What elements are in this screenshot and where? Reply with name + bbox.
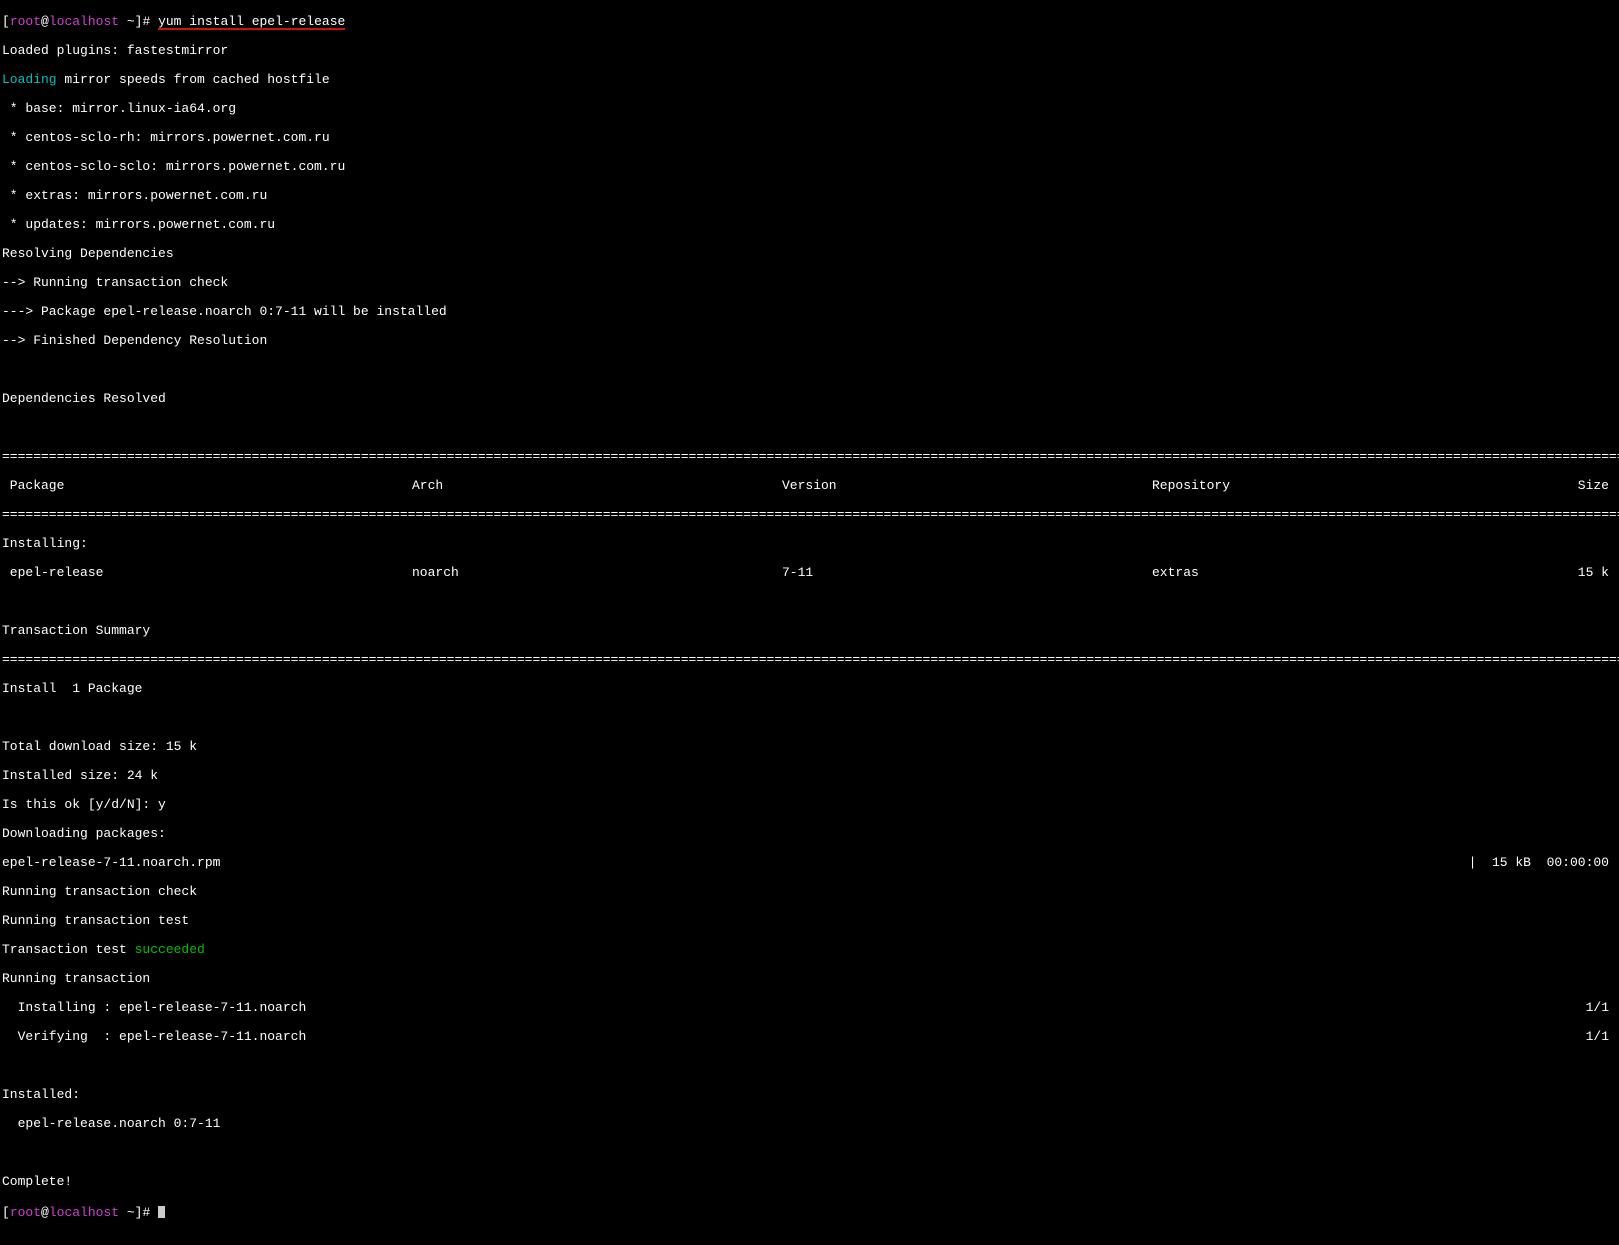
line-pkg-install: ---> Package epel-release.noarch 0:7-11 … — [2, 305, 1617, 320]
verifying-count: 1/1 — [1586, 1030, 1617, 1045]
command-text: yum install epel-release — [158, 15, 345, 30]
line-mirror-sclo-rh: * centos-sclo-rh: mirrors.powernet.com.r… — [2, 131, 1617, 146]
blank-4 — [2, 711, 1617, 726]
line-mirror-base: * base: mirror.linux-ia64.org — [2, 102, 1617, 117]
prompt-at: @ — [41, 14, 49, 29]
post-run-test: Running transaction test — [2, 914, 1617, 929]
blank-5 — [2, 1059, 1617, 1074]
prompt-host: localhost — [49, 14, 119, 29]
prompt2-bracket-close: ]# — [135, 1205, 158, 1220]
prompt-path: ~ — [119, 14, 135, 29]
installing-label: Installing: — [2, 537, 1617, 552]
test-result-word: succeeded — [135, 942, 205, 957]
td-arch: noarch — [412, 566, 782, 581]
download-progress: | 15 kB 00:00:00 — [1469, 856, 1617, 871]
summary-dl-size: Total download size: 15 k — [2, 740, 1617, 755]
table-header: Package Arch Version Repository Size — [2, 479, 1617, 494]
prompt2-user: root — [10, 1205, 41, 1220]
prompt2-bracket-open: [ — [2, 1205, 10, 1220]
separator-2: ========================================… — [2, 508, 1617, 523]
line-trans-check: --> Running transaction check — [2, 276, 1617, 291]
post-test-result: Transaction test succeeded — [2, 943, 1617, 958]
verifying-row: Verifying : epel-release-7-11.noarch 1/1 — [2, 1030, 1617, 1045]
terminal-output[interactable]: [root@localhost ~]# yum install epel-rel… — [0, 0, 1619, 1245]
line-mirror-extras: * extras: mirrors.powernet.com.ru — [2, 189, 1617, 204]
prompt-line-2[interactable]: [root@localhost ~]# — [2, 1204, 1617, 1221]
line-loaded-plugins: Loaded plugins: fastestmirror — [2, 44, 1617, 59]
installing-pkg: Installing : epel-release-7-11.noarch — [2, 1001, 306, 1016]
post-run-check: Running transaction check — [2, 885, 1617, 900]
installed-header: Installed: — [2, 1088, 1617, 1103]
blank-6 — [2, 1146, 1617, 1161]
loading-rest: mirror speeds from cached hostfile — [57, 72, 330, 87]
blank-1 — [2, 363, 1617, 378]
td-version: 7-11 — [782, 566, 1152, 581]
th-arch: Arch — [412, 479, 782, 494]
prompt-bracket-close: ]# — [135, 14, 158, 29]
prompt2-host: localhost — [49, 1205, 119, 1220]
line-mirror-updates: * updates: mirrors.powernet.com.ru — [2, 218, 1617, 233]
prompt2-at: @ — [41, 1205, 49, 1220]
complete: Complete! — [2, 1175, 1617, 1190]
installed-pkg: epel-release.noarch 0:7-11 — [2, 1117, 1617, 1132]
download-row: epel-release-7-11.noarch.rpm | 15 kB 00:… — [2, 856, 1617, 871]
prompt-bracket-open: [ — [2, 14, 10, 29]
table-row: epel-release noarch 7-11 extras 15 k — [2, 566, 1617, 581]
blank-2 — [2, 421, 1617, 436]
th-size: Size — [1522, 479, 1617, 494]
prompt2-path: ~ — [119, 1205, 135, 1220]
line-dep-resolved: Dependencies Resolved — [2, 392, 1617, 407]
installing-count: 1/1 — [1586, 1001, 1617, 1016]
cursor — [158, 1206, 165, 1218]
separator-3: ========================================… — [2, 653, 1617, 668]
blank-3 — [2, 595, 1617, 610]
prompt-user: root — [10, 14, 41, 29]
separator-1: ========================================… — [2, 450, 1617, 465]
th-package: Package — [2, 479, 412, 494]
line-loading: Loading mirror speeds from cached hostfi… — [2, 73, 1617, 88]
summary-install-count: Install 1 Package — [2, 682, 1617, 697]
test-prefix: Transaction test — [2, 942, 135, 957]
summary-inst-size: Installed size: 24 k — [2, 769, 1617, 784]
line-resolving: Resolving Dependencies — [2, 247, 1617, 262]
td-repository: extras — [1152, 566, 1522, 581]
download-file: epel-release-7-11.noarch.rpm — [2, 856, 220, 871]
td-size: 15 k — [1522, 566, 1617, 581]
summary-downloading: Downloading packages: — [2, 827, 1617, 842]
prompt-line-1: [root@localhost ~]# yum install epel-rel… — [2, 15, 1617, 30]
installing-row: Installing : epel-release-7-11.noarch 1/… — [2, 1001, 1617, 1016]
line-finished-dep: --> Finished Dependency Resolution — [2, 334, 1617, 349]
loading-word: Loading — [2, 72, 57, 87]
verifying-pkg: Verifying : epel-release-7-11.noarch — [2, 1030, 306, 1045]
th-version: Version — [782, 479, 1152, 494]
summary-confirm: Is this ok [y/d/N]: y — [2, 798, 1617, 813]
post-running: Running transaction — [2, 972, 1617, 987]
summary-title: Transaction Summary — [2, 624, 1617, 639]
line-mirror-sclo: * centos-sclo-sclo: mirrors.powernet.com… — [2, 160, 1617, 175]
th-repository: Repository — [1152, 479, 1522, 494]
td-package: epel-release — [2, 566, 412, 581]
